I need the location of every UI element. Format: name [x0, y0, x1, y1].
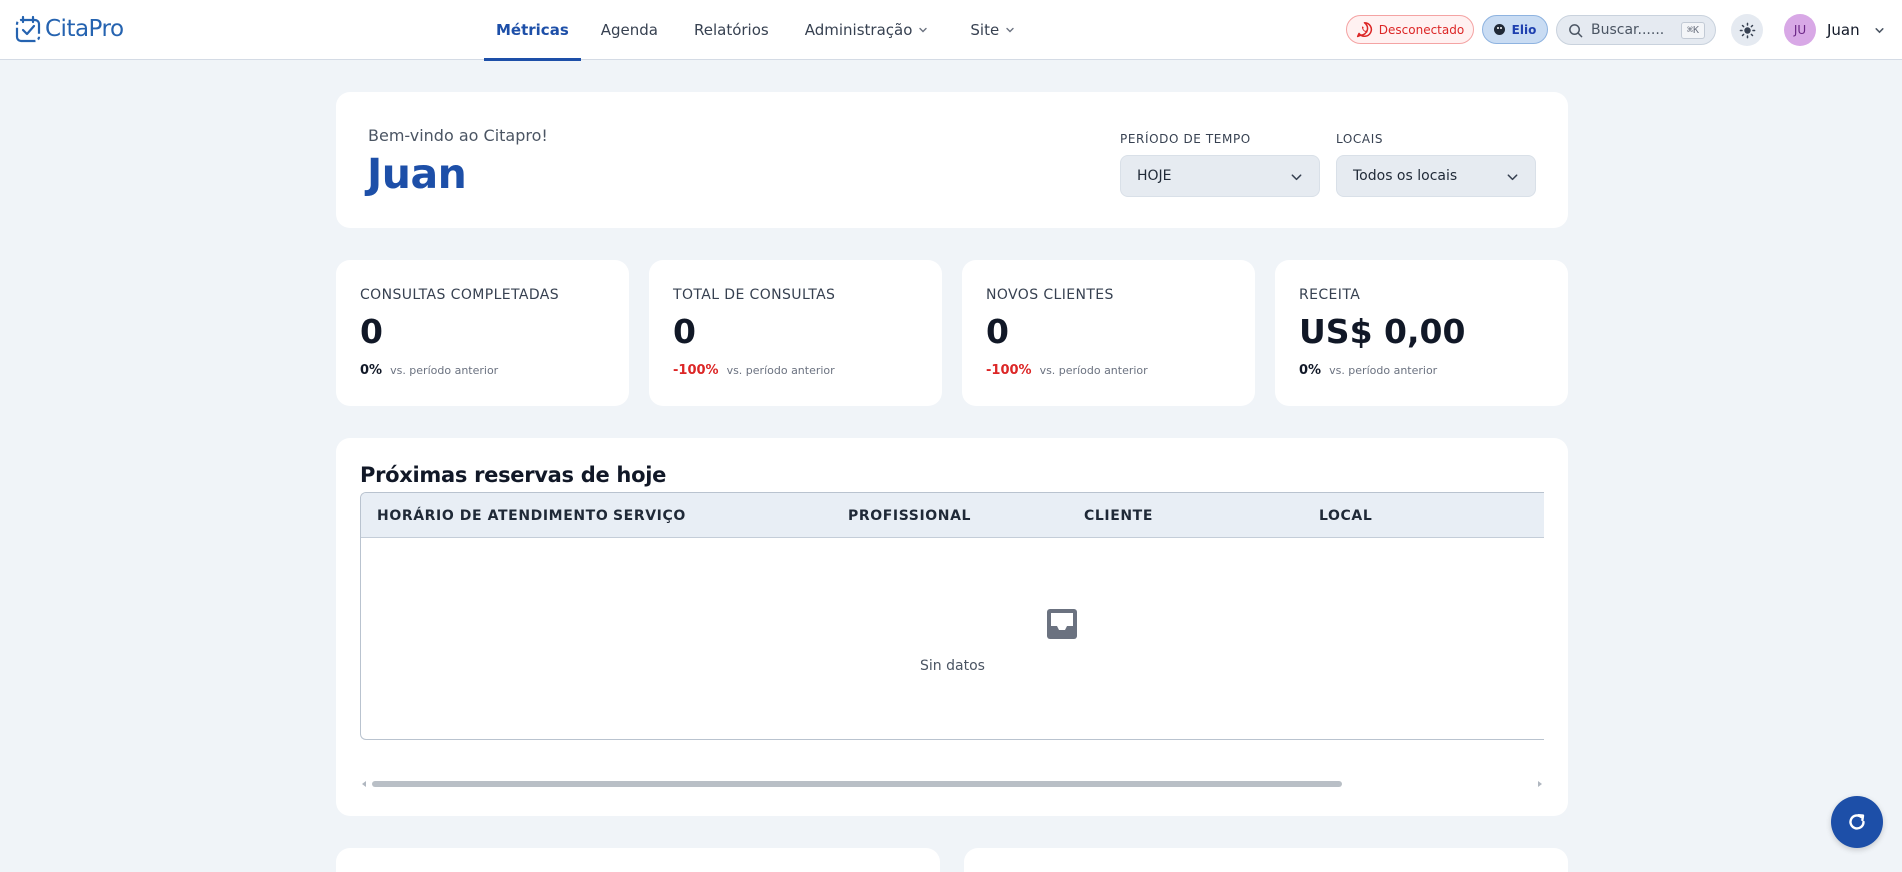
welcome-card: Bem-vindo ao Citapro! Juan PERÍODO DE TE…: [336, 92, 1568, 228]
section-title: Próximas reservas de hoje: [360, 463, 667, 487]
sun-icon: [1739, 22, 1755, 38]
refresh-icon: [1849, 814, 1865, 830]
scrollbar-thumb[interactable]: [372, 781, 1342, 787]
nav-label: Métricas: [496, 21, 569, 39]
bot-icon: [1493, 24, 1505, 35]
kpi-comparison: vs. período anterior: [1039, 364, 1148, 377]
refresh-button[interactable]: [1831, 796, 1883, 848]
welcome-subtitle: Bem-vindo ao Citapro!: [368, 126, 548, 145]
column-header-local[interactable]: LOCAL: [1319, 493, 1372, 538]
kpi-delta: -100%: [986, 363, 1032, 378]
nav-relatorios[interactable]: Relatórios: [690, 0, 773, 60]
column-header-profissional[interactable]: PROFISSIONAL: [848, 493, 971, 538]
bottom-card-right: [964, 848, 1568, 872]
chevron-down-icon: [1291, 174, 1302, 181]
bookings-table: HORÁRIO DE ATENDIMENTO SERVIÇO PROFISSIO…: [360, 492, 1544, 740]
period-select[interactable]: HOJE: [1120, 155, 1320, 197]
nav-label: Relatórios: [694, 21, 769, 39]
locations-value: Todos os locais: [1353, 168, 1458, 184]
kpi-card-consultas-completadas: CONSULTAS COMPLETADAS 0 0% vs. período a…: [336, 260, 629, 406]
search-icon: [1569, 23, 1583, 37]
chevron-down-icon: [919, 27, 928, 33]
kpi-label: CONSULTAS COMPLETADAS: [360, 287, 560, 303]
nav-label: Site: [970, 21, 1000, 39]
kpi-comparison: vs. período anterior: [1329, 364, 1438, 377]
column-header-horario[interactable]: HORÁRIO DE ATENDIMENTO: [377, 493, 608, 538]
column-header-cliente[interactable]: CLIENTE: [1084, 493, 1153, 538]
kpi-value: 0: [673, 312, 696, 351]
kpi-card-receita: RECEITA US$ 0,00 0% vs. período anterior: [1275, 260, 1568, 406]
empty-state-text: Sin datos: [920, 658, 985, 674]
search-shortcut: ⌘K: [1680, 22, 1705, 39]
horizontal-scrollbar[interactable]: [360, 779, 1544, 789]
period-value: HOJE: [1137, 168, 1172, 184]
scroll-right-arrow-icon[interactable]: [1538, 781, 1542, 787]
user-menu[interactable]: JU Juan: [1784, 14, 1885, 46]
assistant-button[interactable]: Elio: [1482, 15, 1548, 44]
welcome-user-name: Juan: [367, 150, 467, 198]
scroll-left-arrow-icon[interactable]: [362, 781, 366, 787]
period-label: PERÍODO DE TEMPO: [1120, 132, 1251, 146]
brand-name: CitaPro: [45, 16, 124, 42]
nav-metricas[interactable]: Métricas: [484, 0, 581, 61]
kpi-delta: 0%: [360, 363, 383, 378]
nav-label: Administração: [804, 21, 913, 39]
chevron-down-icon: [1875, 27, 1884, 33]
table-header-row: HORÁRIO DE ATENDIMENTO SERVIÇO PROFISSIO…: [361, 493, 1544, 538]
kpi-label: NOVOS CLIENTES: [986, 287, 1114, 303]
kpi-delta: 0%: [1299, 363, 1322, 378]
assistant-label: Elio: [1511, 22, 1537, 37]
search-placeholder: Buscar......: [1591, 22, 1665, 38]
status-label: Desconectado: [1378, 22, 1465, 37]
kpi-comparison: vs. período anterior: [726, 364, 835, 377]
nav-label: Agenda: [600, 21, 658, 39]
kpi-value: 0: [986, 312, 1009, 351]
column-header-servico[interactable]: SERVIÇO: [613, 493, 686, 538]
upcoming-bookings-card: Próximas reservas de hoje HORÁRIO DE ATE…: [336, 438, 1568, 816]
kpi-label: TOTAL DE CONSULTAS: [673, 287, 836, 303]
kpi-card-novos-clientes: NOVOS CLIENTES 0 -100% vs. período anter…: [962, 260, 1255, 406]
nav-agenda[interactable]: Agenda: [597, 0, 662, 60]
kpi-value: US$ 0,00: [1299, 312, 1466, 351]
theme-toggle-button[interactable]: [1731, 14, 1763, 46]
main-nav: Métricas Agenda Relatórios Administração…: [484, 0, 1019, 61]
calendar-check-icon: [15, 15, 41, 43]
avatar: JU: [1784, 14, 1816, 46]
top-navbar: CitaPro Métricas Agenda Relatórios Admin…: [0, 0, 1902, 61]
whatsapp-icon: [1356, 21, 1372, 38]
nav-administracao[interactable]: Administração: [801, 0, 933, 60]
user-name: Juan: [1827, 21, 1860, 39]
search-input[interactable]: Buscar...... ⌘K: [1556, 15, 1716, 45]
kpi-card-total-consultas: TOTAL DE CONSULTAS 0 -100% vs. período a…: [649, 260, 942, 406]
whatsapp-status-badge[interactable]: Desconectado: [1346, 15, 1474, 44]
brand-logo[interactable]: CitaPro: [15, 15, 124, 43]
locations-select[interactable]: Todos os locais: [1336, 155, 1536, 197]
inbox-icon: [1047, 609, 1077, 639]
kpi-value: 0: [360, 312, 383, 351]
chevron-down-icon: [1006, 27, 1014, 33]
kpi-label: RECEITA: [1299, 287, 1361, 303]
kpi-delta: -100%: [673, 363, 719, 378]
locations-label: LOCAIS: [1336, 132, 1384, 146]
bottom-card-left: [336, 848, 940, 872]
nav-site[interactable]: Site: [966, 0, 1019, 60]
kpi-comparison: vs. período anterior: [390, 364, 499, 377]
chevron-down-icon: [1507, 174, 1518, 181]
